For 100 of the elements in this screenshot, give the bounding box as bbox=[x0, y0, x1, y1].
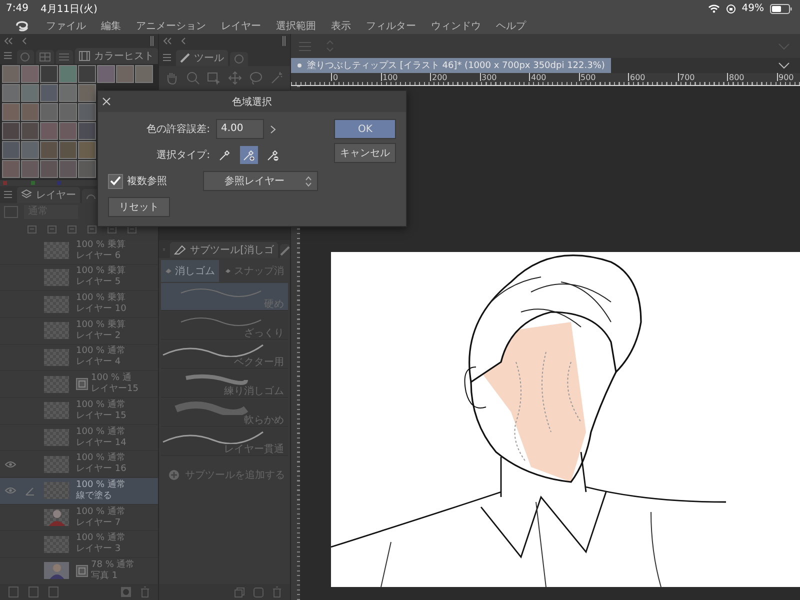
color-swatch[interactable] bbox=[78, 141, 96, 160]
chevron-down-icon[interactable] bbox=[778, 62, 790, 69]
color-slider-tab[interactable] bbox=[56, 50, 73, 64]
menu-item[interactable]: 表示 bbox=[331, 18, 351, 32]
reset-button[interactable]: リセット bbox=[108, 197, 170, 217]
color-swatch[interactable] bbox=[21, 160, 39, 178]
color-swatch[interactable] bbox=[97, 65, 115, 84]
hand-icon[interactable] bbox=[165, 71, 179, 85]
move-icon[interactable] bbox=[228, 71, 242, 85]
tool-tab[interactable]: ツール bbox=[176, 50, 228, 66]
subtool-group-tab[interactable]: 消しゴム bbox=[161, 260, 219, 282]
color-swatch[interactable] bbox=[21, 141, 39, 160]
menu-item[interactable]: レイヤー bbox=[221, 18, 261, 32]
new-layer-icon[interactable] bbox=[8, 586, 20, 598]
layer-tool-icon[interactable] bbox=[26, 224, 38, 236]
color-swatch[interactable] bbox=[2, 84, 20, 102]
color-swatch[interactable] bbox=[40, 122, 58, 140]
color-swatch[interactable] bbox=[2, 141, 20, 160]
lasso-icon[interactable] bbox=[249, 71, 263, 85]
color-swatch[interactable] bbox=[59, 65, 77, 84]
menu-item[interactable]: ファイル bbox=[46, 18, 86, 32]
layer-tab[interactable]: レイヤー bbox=[17, 186, 80, 203]
layer-row[interactable]: 100 % 通 レイヤー15 bbox=[0, 371, 158, 398]
new-layer-icon[interactable] bbox=[48, 586, 60, 598]
collapse-all-icon[interactable] bbox=[4, 36, 14, 45]
copy-icon[interactable] bbox=[234, 586, 245, 598]
eyedropper-button[interactable] bbox=[240, 146, 258, 164]
app-logo-icon[interactable] bbox=[14, 18, 30, 32]
eye-icon[interactable] bbox=[4, 460, 16, 468]
tool-property-tab[interactable] bbox=[230, 52, 248, 66]
color-swatch[interactable] bbox=[59, 160, 77, 178]
color-swatch[interactable] bbox=[78, 84, 96, 102]
color-swatch[interactable] bbox=[59, 103, 77, 122]
color-swatch[interactable] bbox=[21, 65, 39, 84]
color-swatch[interactable] bbox=[2, 122, 20, 140]
layer-row[interactable]: 100 % 通常 レイヤー 3 bbox=[0, 531, 158, 558]
color-swatch[interactable] bbox=[116, 65, 134, 84]
color-swatch[interactable] bbox=[2, 103, 20, 122]
menu-item[interactable]: フィルター bbox=[366, 18, 416, 32]
color-swatch[interactable] bbox=[59, 141, 77, 160]
duplicate-icon[interactable] bbox=[253, 586, 264, 598]
reference-layer-dropdown[interactable]: 参照レイヤー bbox=[203, 171, 318, 191]
color-swatch[interactable] bbox=[2, 65, 20, 84]
color-swatch[interactable] bbox=[21, 84, 39, 102]
menu-item[interactable]: アニメーション bbox=[136, 18, 206, 32]
eye-icon[interactable] bbox=[4, 487, 16, 494]
color-swatch[interactable] bbox=[2, 160, 20, 178]
menu-icon[interactable] bbox=[299, 42, 311, 50]
color-swatch[interactable] bbox=[40, 141, 58, 160]
drag-handle-icon[interactable] bbox=[282, 36, 286, 46]
color-set-tab[interactable] bbox=[36, 50, 54, 64]
menu-item[interactable]: 編集 bbox=[101, 18, 121, 32]
up-down-icon[interactable] bbox=[325, 39, 335, 53]
tolerance-field[interactable]: 4.00 bbox=[216, 119, 264, 139]
layer-tool-icon[interactable] bbox=[126, 224, 138, 236]
color-swatch[interactable] bbox=[21, 122, 39, 140]
layer-row[interactable]: 100 % 通常 レイヤー 7 bbox=[0, 504, 158, 532]
close-icon[interactable] bbox=[102, 97, 111, 106]
cancel-button[interactable]: キャンセル bbox=[334, 143, 396, 163]
brush-tab[interactable] bbox=[280, 244, 290, 258]
layer-tool-icon[interactable] bbox=[46, 224, 58, 236]
collapse-icon[interactable] bbox=[181, 37, 187, 45]
layer-tool-icon[interactable] bbox=[86, 224, 98, 236]
layer-row[interactable]: 100 % 通常 線で塗る bbox=[0, 478, 158, 505]
layer-color-box[interactable] bbox=[4, 206, 18, 218]
drag-handle-icon[interactable] bbox=[150, 36, 154, 46]
layer-row[interactable]: 100 % 通常 レイヤー 15 bbox=[0, 398, 158, 425]
collapse-icon[interactable] bbox=[22, 36, 28, 45]
ok-button[interactable]: OK bbox=[334, 119, 396, 139]
trash-icon[interactable] bbox=[140, 586, 150, 598]
menu-item[interactable]: ウィンドウ bbox=[431, 18, 481, 32]
color-swatch[interactable] bbox=[40, 84, 58, 102]
menu-icon[interactable] bbox=[163, 54, 171, 60]
layer-row[interactable]: 78 % 通常 写真 1 bbox=[0, 558, 158, 585]
menu-item[interactable]: 選択範囲 bbox=[276, 18, 316, 32]
zoom-icon[interactable] bbox=[186, 71, 200, 85]
mask-icon[interactable] bbox=[120, 586, 132, 598]
menu-icon[interactable] bbox=[4, 52, 12, 60]
color-swatch[interactable] bbox=[40, 103, 58, 122]
color-wheel-tab[interactable] bbox=[16, 50, 34, 64]
color-swatch[interactable] bbox=[40, 65, 58, 84]
color-swatch[interactable] bbox=[59, 122, 77, 140]
multi-reference-checkbox[interactable] bbox=[108, 174, 123, 188]
select-icon[interactable] bbox=[207, 71, 221, 85]
layer-row[interactable]: 100 % 通常 レイヤー 14 bbox=[0, 424, 158, 452]
color-swatch[interactable] bbox=[78, 103, 96, 122]
trash-icon[interactable] bbox=[272, 586, 282, 598]
color-swatch[interactable] bbox=[21, 103, 39, 122]
color-swatch[interactable] bbox=[40, 160, 58, 178]
magic-wand-icon[interactable] bbox=[270, 71, 284, 85]
subtool-tab[interactable]: サブツール[消しゴ bbox=[170, 242, 278, 258]
color-history-tab[interactable]: カラーヒスト bbox=[75, 48, 158, 64]
new-layer-icon[interactable] bbox=[28, 586, 40, 598]
color-swatch[interactable] bbox=[78, 160, 96, 178]
document-tab[interactable]: 塗りつぶしティップス [イラスト 46]* (1000 x 700px 350dpi 122.3%) bbox=[291, 58, 611, 73]
layer-tool-icon[interactable] bbox=[106, 224, 118, 236]
layer-row[interactable]: 100 % 乗算 レイヤー 5 bbox=[0, 264, 158, 292]
collapse-all-icon[interactable] bbox=[163, 37, 173, 45]
color-swatch[interactable] bbox=[135, 65, 153, 84]
layer-row[interactable]: 100 % 通常 レイヤー 4 bbox=[0, 344, 158, 372]
